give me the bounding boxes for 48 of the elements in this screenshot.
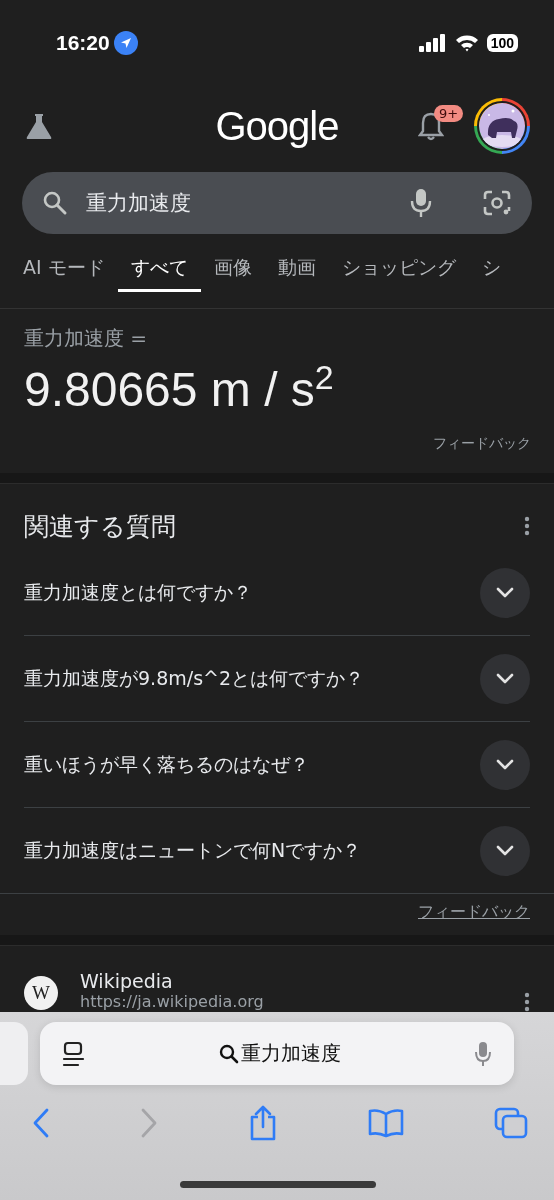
battery-level: 100 (486, 34, 518, 52)
search-icon (42, 190, 68, 216)
chevron-icon (496, 672, 514, 685)
address-bar[interactable]: 重力加速度 (40, 1022, 514, 1085)
question-text[interactable]: 重いほうが早く落ちるのはなぜ？ (24, 751, 309, 778)
question-text[interactable]: 重力加速度とは何ですか？ (24, 579, 252, 606)
share-icon[interactable] (248, 1105, 278, 1141)
flask-icon[interactable] (24, 111, 54, 141)
search-tab[interactable]: 動画 (264, 246, 329, 292)
signal-icon (418, 34, 447, 52)
more-options-icon[interactable] (524, 992, 530, 1012)
search-tab[interactable]: シ (468, 246, 514, 292)
book-icon[interactable] (368, 1108, 404, 1138)
clock-time: 16:20 (56, 31, 110, 55)
expand-button[interactable] (480, 653, 530, 704)
wifi-icon (454, 34, 479, 52)
microphone-icon[interactable] (410, 188, 432, 218)
microphone-icon[interactable] (474, 1040, 492, 1067)
camera-icon[interactable] (482, 189, 512, 217)
notification-badge: 9+ (434, 105, 464, 122)
search-tab[interactable]: AI モード (10, 246, 118, 292)
expand-button[interactable] (480, 825, 530, 876)
question-text[interactable]: 重力加速度が9.8m/s^2とは何ですか？ (24, 665, 365, 692)
page-menu-icon[interactable] (62, 1040, 86, 1067)
section-title: 関連する質問 (24, 510, 176, 543)
expand-button[interactable] (480, 739, 530, 790)
tabs-icon[interactable] (494, 1107, 528, 1139)
site-name[interactable]: Wikipedia (80, 970, 502, 992)
wikipedia-logo-icon: W (24, 976, 58, 1010)
answer-label: 重力加速度 = (24, 325, 149, 352)
chevron-icon (496, 586, 514, 599)
search-field[interactable]: 重力加速度 (22, 172, 532, 234)
google-logo[interactable]: Google (215, 103, 339, 149)
feedback-link[interactable]: フィードバック (418, 902, 530, 923)
back-icon[interactable] (32, 1108, 50, 1138)
search-tab[interactable]: 画像 (200, 246, 265, 292)
chevron-icon (496, 758, 514, 771)
site-url: https://ja.wikipedia.org (80, 992, 265, 1011)
answer-value: 9.80665 m / s$^{2}$ (24, 358, 335, 417)
question-text[interactable]: 重力加速度はニュートンで何Nですか？ (24, 837, 362, 864)
more-options-icon[interactable] (524, 516, 530, 536)
search-tab[interactable]: ショッピング (328, 246, 469, 292)
chevron-icon (496, 844, 514, 857)
search-tab[interactable]: すべて (117, 246, 201, 292)
search-icon (219, 1043, 239, 1064)
address-text: 重力加速度 (241, 1040, 341, 1067)
expand-button[interactable] (480, 567, 530, 618)
feedback-link[interactable]: フィードバック (433, 435, 531, 453)
